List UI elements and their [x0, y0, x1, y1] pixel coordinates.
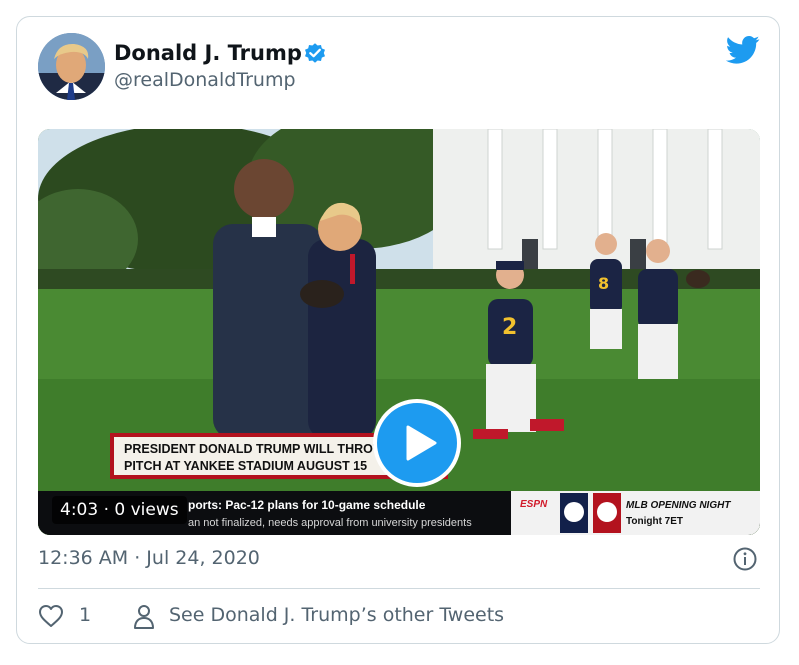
author-name[interactable]: Donald J. Trump	[114, 41, 302, 65]
like-count[interactable]: 1	[79, 604, 91, 626]
promo-line-2: Tonight 7ET	[626, 516, 683, 527]
author-handle[interactable]: @realDonaldTrump	[114, 69, 296, 91]
play-button[interactable]	[373, 399, 461, 487]
tweet-card: Donald J. Trump @realDonaldTrump 2 8 PRE…	[16, 16, 780, 644]
verified-badge-icon	[303, 41, 327, 65]
ticker-line-1: ports: Pac-12 plans for 10-game schedule	[188, 498, 426, 512]
other-tweets-link[interactable]: See Donald J. Trump’s other Tweets	[169, 604, 504, 626]
heart-icon[interactable]	[38, 604, 64, 628]
player-jersey-number: 8	[598, 274, 609, 293]
divider	[38, 588, 760, 589]
ticker-brand: ESPN	[520, 499, 548, 510]
ticker-line-2: an not finalized, needs approval from un…	[188, 517, 472, 529]
person-icon	[133, 604, 155, 630]
player-jersey-number: 2	[502, 315, 517, 340]
tweet-timestamp[interactable]: 12:36 AM · Jul 24, 2020	[38, 547, 260, 569]
promo-line-1: MLB OPENING NIGHT	[626, 500, 731, 511]
twitter-bird-icon[interactable]	[725, 35, 760, 65]
video-player[interactable]: 2 8 PRESIDENT DONALD TRUMP WILL THROW OU…	[38, 129, 760, 535]
info-icon[interactable]	[733, 547, 757, 571]
play-icon	[406, 425, 437, 461]
avatar[interactable]	[38, 33, 105, 100]
video-duration-views: 4:03 · 0 views	[52, 496, 187, 524]
lower-third-line-2: PITCH AT YANKEE STADIUM AUGUST 15	[124, 459, 367, 473]
